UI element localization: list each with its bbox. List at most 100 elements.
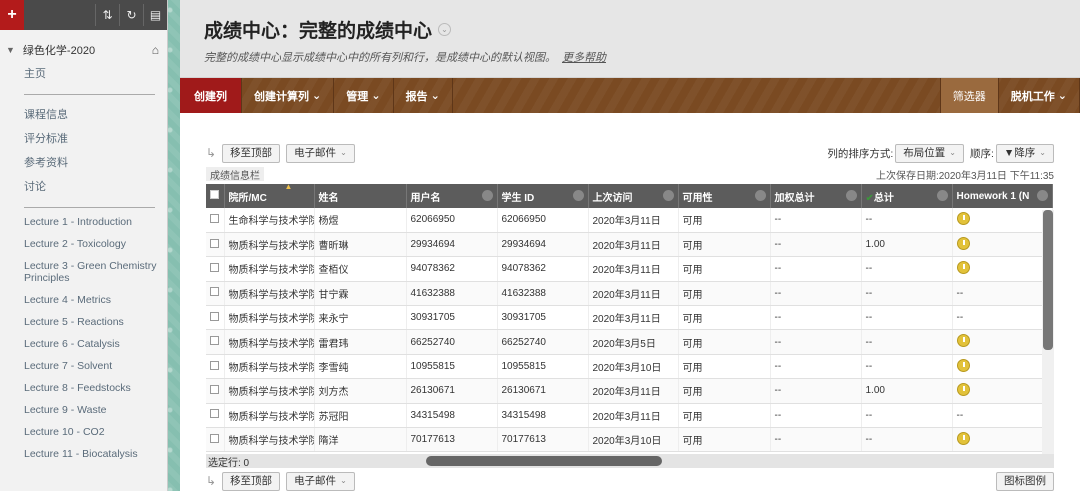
cell-dept[interactable]: 物质科学与技术学院 (224, 354, 315, 380)
cell-last[interactable]: 2020年3月10日 (588, 427, 679, 453)
column-header[interactable]: 姓名 (314, 184, 407, 208)
cell-name[interactable]: 雷君玮 (314, 329, 407, 355)
cell-total[interactable]: -- (861, 427, 953, 453)
row-checkbox[interactable] (210, 433, 219, 443)
folder-view-icon[interactable]: ▤ (143, 4, 167, 26)
collapse-icon[interactable]: ▼ (6, 45, 15, 55)
sidebar-item-grading[interactable]: 评分标准 (0, 127, 167, 151)
cell-last[interactable]: 2020年3月11日 (588, 281, 679, 307)
row-checkbox[interactable] (210, 360, 219, 370)
cell-total[interactable]: 1.00 (861, 378, 953, 404)
column-menu-icon[interactable] (754, 190, 766, 201)
row-checkbox[interactable] (210, 262, 219, 272)
cell-last[interactable]: 2020年3月11日 (588, 232, 679, 258)
cell-last[interactable]: 2020年3月11日 (588, 378, 679, 404)
cell-weighted[interactable]: -- (770, 427, 862, 453)
create-column-button[interactable]: 创建列 (180, 78, 242, 113)
cell-sid[interactable]: 70177613 (497, 427, 589, 453)
cell-sid[interactable]: 26130671 (497, 378, 589, 404)
cell-name[interactable]: 刘方杰 (314, 378, 407, 404)
add-menu-item-button[interactable]: + (0, 0, 24, 30)
cell-name[interactable]: 甘宁霖 (314, 281, 407, 307)
cell-last[interactable]: 2020年3月11日 (588, 208, 679, 233)
move-to-top-button[interactable]: 移至顶部 (222, 471, 281, 491)
cell-weighted[interactable]: -- (770, 403, 862, 429)
cell-avail[interactable]: 可用 (678, 403, 771, 429)
vertical-scrollbar[interactable] (1042, 210, 1054, 456)
sidebar-item-lecture[interactable]: Lecture 5 - Reactions (0, 316, 167, 328)
cell-avail[interactable]: 可用 (678, 354, 771, 380)
horizontal-scrollbar[interactable] (426, 456, 662, 466)
course-title[interactable]: ▼ 绿色化学-2020 ⌂ (0, 30, 167, 62)
refresh-icon[interactable]: ↻ (119, 4, 143, 26)
sidebar-item-discussion[interactable]: 讨论 (0, 175, 167, 199)
chevron-down-icon[interactable]: ⌄ (438, 23, 452, 36)
cell-avail[interactable]: 可用 (678, 256, 771, 282)
cell-last[interactable]: 2020年3月10日 (588, 354, 679, 380)
row-checkbox[interactable] (210, 384, 219, 394)
column-header[interactable]: 院所/MC ▲ (224, 184, 315, 208)
manage-menu[interactable]: 管理 ⌄ (334, 78, 394, 113)
column-header[interactable]: 可用性 (678, 184, 771, 208)
cell-name[interactable]: 曹昕琳 (314, 232, 407, 258)
cell-total[interactable]: 1.00 (861, 232, 953, 258)
cell-avail[interactable]: 可用 (678, 232, 771, 258)
cell-dept[interactable]: 物质科学与技术学院 (224, 305, 315, 331)
cell-last[interactable]: 2020年3月11日 (588, 305, 679, 331)
column-header[interactable]: Homework 1 (N (952, 184, 1053, 208)
cell-last[interactable]: 2020年3月11日 (588, 256, 679, 282)
needs-grading-icon[interactable] (956, 382, 970, 396)
filter-button[interactable]: 筛选器 (939, 78, 999, 113)
cell-dept[interactable]: 物质科学与技术学院 (224, 256, 315, 282)
cell-last[interactable]: 2020年3月11日 (588, 403, 679, 429)
cell-sid[interactable]: 30931705 (497, 305, 589, 331)
cell-homework[interactable] (952, 208, 1053, 233)
cell-dept[interactable]: 物质科学与技术学院 (224, 281, 315, 307)
cell-homework[interactable] (952, 378, 1053, 404)
cell-total[interactable]: -- (861, 305, 953, 331)
sidebar-item-course-info[interactable]: 课程信息 (0, 103, 167, 127)
home-icon[interactable]: ⌂ (152, 43, 159, 57)
row-checkbox[interactable] (210, 336, 219, 346)
cell-user[interactable]: 94078362 (406, 256, 498, 282)
row-select-cell[interactable] (206, 281, 225, 307)
scroll-thumb[interactable] (1043, 210, 1053, 350)
cell-homework[interactable] (952, 354, 1053, 380)
cell-user[interactable]: 66252740 (406, 329, 498, 355)
row-select-cell[interactable] (206, 208, 225, 233)
table-row[interactable]: 物质科学与技术学院 刘方杰 26130671 26130671 2020年3月11日 可用… (206, 378, 1053, 404)
row-checkbox[interactable] (210, 213, 219, 223)
cell-name[interactable]: 杨煜 (314, 208, 407, 233)
sort-select[interactable]: 布局位置 ⌄ (895, 143, 964, 163)
cell-weighted[interactable]: -- (770, 354, 862, 380)
cell-weighted[interactable]: -- (770, 208, 862, 233)
cell-sid[interactable]: 62066950 (497, 208, 589, 233)
column-header[interactable]: 上次访问 (588, 184, 679, 208)
cell-homework[interactable]: -- (952, 305, 1053, 331)
needs-grading-icon[interactable] (956, 358, 970, 372)
table-row[interactable]: 物质科学与技术学院 隋洋 70177613 70177613 2020年3月10日 可用 -… (206, 427, 1053, 453)
column-menu-icon[interactable] (481, 190, 493, 201)
cell-homework[interactable] (952, 329, 1053, 355)
cell-name[interactable]: 李雪纯 (314, 354, 407, 380)
row-select-cell[interactable] (206, 232, 225, 258)
sidebar-item-lecture[interactable]: Lecture 1 - Introduction (0, 216, 167, 228)
more-help-link[interactable]: 更多帮助 (562, 52, 606, 64)
cell-avail[interactable]: 可用 (678, 305, 771, 331)
column-menu-icon[interactable] (1036, 190, 1048, 201)
column-menu-icon[interactable] (572, 190, 584, 201)
row-checkbox[interactable] (210, 311, 219, 321)
move-to-top-button[interactable]: 移至顶部 (222, 143, 281, 163)
row-checkbox[interactable] (210, 287, 219, 297)
cell-avail[interactable]: 可用 (678, 378, 771, 404)
cell-user[interactable]: 26130671 (406, 378, 498, 404)
column-header[interactable]: 用户名 (406, 184, 498, 208)
column-menu-icon[interactable] (662, 190, 674, 201)
row-select-cell[interactable] (206, 378, 225, 404)
sidebar-item-lecture[interactable]: Lecture 4 - Metrics (0, 294, 167, 306)
cell-avail[interactable]: 可用 (678, 281, 771, 307)
row-select-cell[interactable] (206, 329, 225, 355)
cell-sid[interactable]: 29934694 (497, 232, 589, 258)
table-row[interactable]: 物质科学与技术学院 查栢仪 94078362 94078362 2020年3月11日 可用… (206, 256, 1053, 282)
cell-user[interactable]: 29934694 (406, 232, 498, 258)
